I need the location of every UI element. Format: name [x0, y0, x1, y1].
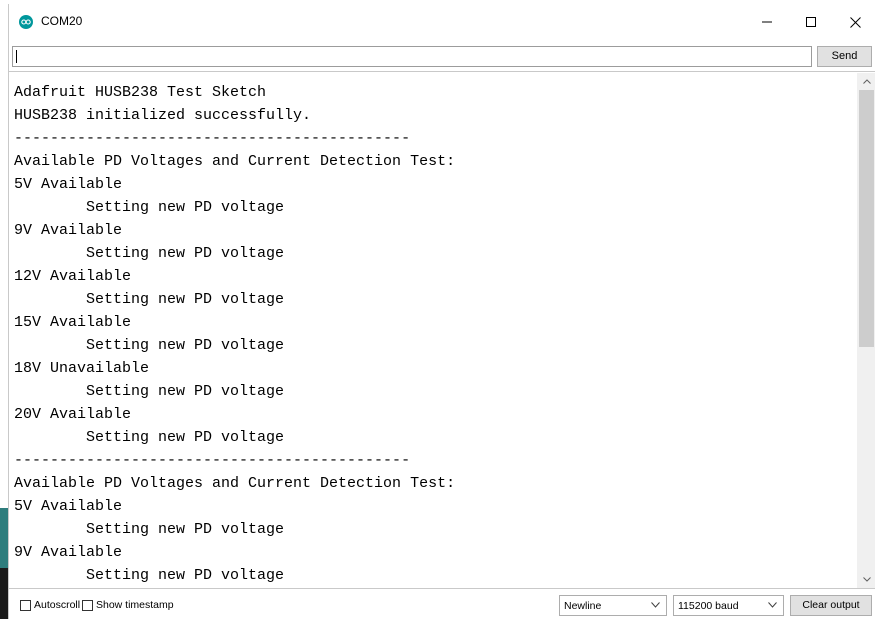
output-line: Available PD Voltages and Current Detect…	[14, 153, 456, 170]
output-line: Setting new PD voltage	[14, 383, 285, 400]
chevron-down-icon	[651, 602, 660, 608]
timestamp-checkbox[interactable]	[82, 599, 93, 611]
output-line: 12V Available	[14, 268, 132, 285]
output-line: 20V Available	[14, 406, 132, 423]
clear-output-button[interactable]: Clear output	[790, 595, 872, 616]
output-line: Setting new PD voltage	[14, 245, 285, 262]
bottom-bar: Autoscroll Show timestamp Newline 115200…	[9, 588, 875, 619]
vertical-scrollbar[interactable]	[857, 73, 875, 588]
close-icon	[849, 16, 861, 28]
output-line: 9V Available	[14, 222, 123, 239]
chevron-down-icon	[768, 602, 777, 608]
scroll-thumb[interactable]	[859, 90, 874, 347]
output-line: 15V Available	[14, 314, 132, 331]
background-edge	[0, 508, 8, 568]
chevron-down-icon	[862, 577, 871, 582]
output-line: ----------------------------------------…	[14, 130, 411, 147]
line-ending-value: Newline	[564, 599, 602, 612]
output-line: Adafruit HUSB238 Test Sketch	[14, 84, 267, 101]
close-button[interactable]	[834, 4, 875, 40]
output-line: Setting new PD voltage	[14, 567, 285, 584]
output-line: Setting new PD voltage	[14, 521, 285, 538]
background-edge-dark	[0, 568, 8, 619]
text-caret	[16, 50, 17, 63]
output-line: 18V Unavailable	[14, 360, 150, 377]
output-line: 5V Available	[14, 176, 123, 193]
scroll-down-button[interactable]	[857, 571, 875, 588]
autoscroll-label: Autoscroll	[34, 599, 81, 611]
output-line: HUSB238 initialized successfully.	[14, 107, 312, 124]
output-line: 5V Available	[14, 498, 123, 515]
output-line: Setting new PD voltage	[14, 291, 285, 308]
baud-rate-value: 115200 baud	[678, 599, 739, 612]
output-line: Setting new PD voltage	[14, 429, 285, 446]
send-button[interactable]: Send	[817, 46, 872, 67]
title-bar: COM20	[9, 4, 875, 40]
minimize-icon	[762, 21, 772, 23]
timestamp-label: Show timestamp	[96, 599, 174, 611]
autoscroll-toggle[interactable]: Autoscroll	[20, 599, 80, 611]
serial-output[interactable]: Adafruit HUSB238 Test Sketch HUSB238 init…	[9, 73, 857, 588]
output-line: Setting new PD voltage	[14, 337, 285, 354]
output-line: Available PD Voltages and Current Detect…	[14, 475, 456, 492]
send-row: Send	[9, 42, 875, 72]
output-text: Adafruit HUSB238 Test Sketch HUSB238 init…	[9, 73, 857, 587]
minimize-button[interactable]	[746, 4, 788, 40]
maximize-button[interactable]	[790, 4, 832, 40]
line-ending-select[interactable]: Newline	[559, 595, 667, 616]
serial-input[interactable]	[12, 46, 812, 67]
output-line: Setting new PD voltage	[14, 199, 285, 216]
timestamp-toggle[interactable]: Show timestamp	[82, 599, 174, 611]
maximize-icon	[806, 17, 816, 27]
baud-rate-select[interactable]: 115200 baud	[673, 595, 784, 616]
chevron-up-icon	[862, 79, 871, 84]
output-line: ----------------------------------------…	[14, 452, 411, 469]
arduino-icon	[19, 15, 33, 29]
serial-monitor-window: COM20 Send Adafruit HUSB238 Test Sketch H…	[8, 4, 875, 619]
autoscroll-checkbox[interactable]	[20, 599, 31, 611]
window-title: COM20	[41, 14, 83, 28]
scroll-up-button[interactable]	[857, 73, 875, 90]
output-line: 9V Available	[14, 544, 123, 561]
